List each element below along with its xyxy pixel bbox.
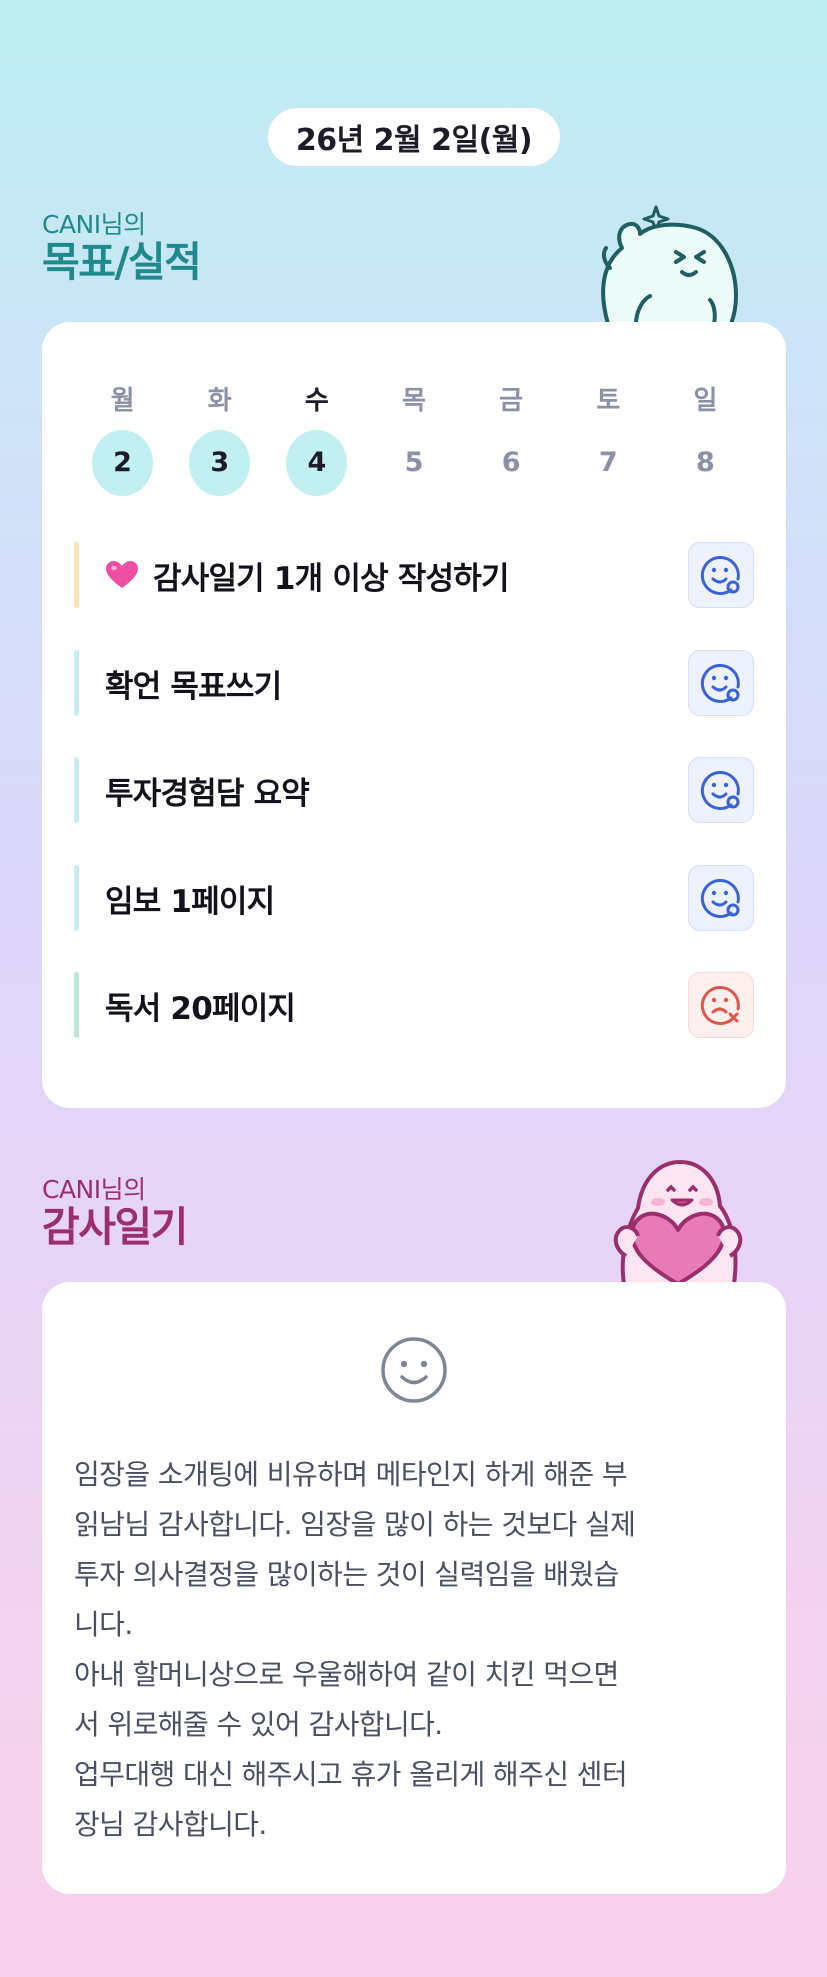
goal-row-investment-summary: 투자경험담 요약	[74, 757, 754, 823]
goal-label: 확언 목표쓰기	[105, 661, 688, 706]
goals-title: 목표/실적	[42, 238, 202, 286]
goal-text: 확언 목표쓰기	[105, 668, 282, 705]
date-header[interactable]: 26년 2월 2일(월)	[268, 108, 560, 166]
goal-status-button[interactable]	[688, 757, 754, 823]
goal-label: 투자경험담 요약	[105, 768, 688, 813]
goal-bar	[74, 865, 79, 931]
goal-text: 임보 1페이지	[105, 883, 275, 920]
weekday-wed: 수	[304, 386, 329, 416]
goal-label: 독서 20페이지	[105, 983, 688, 1028]
gratitude-diary-text: 임장을 소개팅에 비유하며 메타인지 하게 해준 부 읽남님 감사합니다. 임장…	[74, 1458, 636, 1841]
weekday-sat: 토	[596, 386, 621, 416]
goal-row-report: 임보 1페이지	[74, 865, 754, 931]
goal-label: 감사일기 1개 이상 작성하기	[105, 553, 688, 598]
goal-row-affirmation: 확언 목표쓰기	[74, 650, 754, 716]
goal-status-button[interactable]	[688, 650, 754, 716]
smile-check-icon	[700, 879, 740, 918]
weekday-row: 월 화 수 목 금 토 일	[74, 380, 754, 417]
goal-status-button[interactable]	[688, 972, 754, 1038]
goal-status-button[interactable]	[688, 865, 754, 931]
heart-mascot-icon	[613, 1160, 743, 1284]
date-cell-5[interactable]: 5	[383, 430, 444, 496]
date-cell-8[interactable]: 8	[675, 430, 736, 496]
goal-status-button[interactable]	[688, 542, 754, 608]
date-cell-2[interactable]: 2	[92, 430, 154, 496]
date-cell-6[interactable]: 6	[481, 430, 542, 496]
goal-row-gratitude: 감사일기 1개 이상 작성하기	[74, 542, 754, 608]
goal-bar	[74, 972, 79, 1038]
date-row: 2 3 4 5 6 7 8	[74, 430, 754, 496]
thanks-section-header: CANI님의 감사일기	[42, 1170, 188, 1251]
thanks-title: 감사일기	[42, 1203, 188, 1251]
weekday-sun: 일	[693, 386, 718, 416]
goals-owner-label: CANI님의	[42, 210, 146, 239]
goal-text: 독서 20페이지	[105, 990, 296, 1027]
sad-x-icon	[700, 986, 740, 1025]
date-cell-4[interactable]: 4	[286, 430, 348, 496]
thanks-card: 임장을 소개팅에 비유하며 메타인지 하게 해준 부 읽남님 감사합니다. 임장…	[42, 1282, 786, 1894]
date-cell-7[interactable]: 7	[578, 430, 639, 496]
goal-bar	[74, 542, 79, 608]
goal-bar	[74, 650, 79, 716]
waving-mascot-icon	[601, 205, 738, 324]
weekday-thu: 목	[402, 386, 426, 416]
smile-face-icon[interactable]	[380, 1336, 448, 1404]
goal-bar	[74, 757, 79, 823]
smile-check-icon	[700, 556, 740, 595]
goal-text: 투자경험담 요약	[105, 775, 310, 812]
thanks-owner-label: CANI님의	[42, 1175, 146, 1204]
goal-text: 감사일기 1개 이상 작성하기	[153, 560, 509, 597]
heart-icon	[105, 560, 139, 590]
goal-row-reading: 독서 20페이지	[74, 972, 754, 1038]
date-cell-3[interactable]: 3	[189, 430, 251, 496]
weekday-tue: 화	[207, 386, 232, 416]
weekday-mon: 월	[110, 386, 135, 416]
goal-label: 임보 1페이지	[105, 876, 688, 921]
weekday-fri: 금	[499, 386, 524, 416]
goals-card: 월 화 수 목 금 토 일 2 3 4 5 6 7 8 감사일기 1개 이상 작…	[42, 322, 786, 1108]
smile-check-icon	[700, 664, 740, 703]
smile-check-icon	[700, 771, 740, 810]
goals-section-header: CANI님의 목표/실적	[42, 205, 202, 286]
